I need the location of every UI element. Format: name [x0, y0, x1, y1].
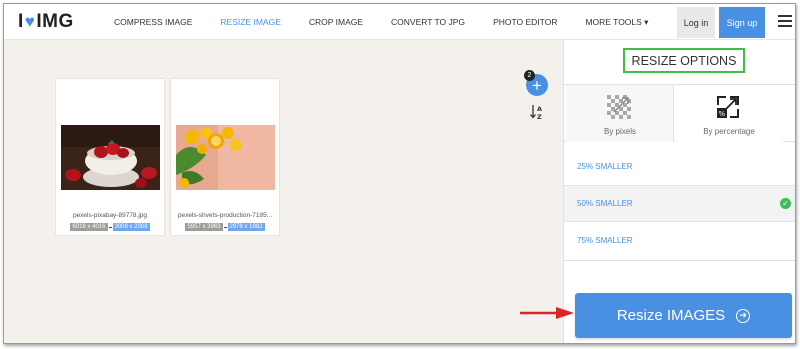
red-pointer-arrow-icon: [520, 307, 574, 319]
image-card[interactable]: pexels-shvets-production-7195... 5957 x …: [170, 78, 280, 236]
dimension-separator: [108, 226, 112, 228]
logo-text-left: I: [18, 11, 24, 32]
svg-text:A: A: [537, 105, 542, 113]
image-count-badge: 2: [524, 70, 535, 81]
original-dimensions: 5957 x 3963: [185, 223, 223, 231]
file-name: pexels-pixabay-89778.jpg: [72, 212, 148, 219]
tab-by-pixels[interactable]: By pixels: [566, 85, 674, 142]
divider: [564, 260, 795, 261]
nav-crop-image[interactable]: CROP IMAGE: [309, 17, 363, 27]
option-label: 50% SMALLER: [577, 199, 633, 208]
login-button[interactable]: Log in: [677, 7, 715, 38]
logo[interactable]: I ♥ IMG: [18, 11, 74, 33]
nav-resize-image[interactable]: RESIZE IMAGE: [220, 17, 280, 27]
new-dimensions: 3008 x 2008: [112, 223, 150, 231]
new-dimensions: 2979 x 1982: [227, 223, 265, 231]
resize-mode-tabs: By pixels ✓ % By percentage: [564, 84, 795, 142]
sidebar-title: RESIZE OPTIONS: [623, 48, 745, 73]
resize-options-sidebar: RESIZE OPTIONS By pixels % By percentage…: [563, 40, 795, 343]
tab-by-percentage[interactable]: % By percentage: [675, 85, 783, 142]
nav-convert-to-jpg[interactable]: CONVERT TO JPG: [391, 17, 465, 27]
heart-icon: ♥: [24, 12, 36, 31]
image-thumbnail-lemons: [176, 125, 275, 190]
arrow-right-circle-icon: ➜: [736, 308, 751, 323]
pixel-grid-icon: [605, 93, 633, 121]
dimension-change: 5957 x 3963 2979 x 1982: [171, 223, 279, 231]
option-25-smaller[interactable]: 25% SMALLER: [564, 148, 795, 185]
logo-text-right: IMG: [36, 11, 74, 32]
tab-label: By pixels: [603, 127, 636, 136]
file-name: pexels-shvets-production-7195...: [177, 212, 273, 219]
option-75-smaller[interactable]: 75% SMALLER: [564, 222, 795, 259]
percent-resize-icon: %: [714, 93, 742, 121]
top-navigation-bar: I ♥ IMG COMPRESS IMAGE RESIZE IMAGE CROP…: [4, 4, 795, 40]
image-card[interactable]: pexels-pixabay-89778.jpg 6016 x 4016 300…: [55, 78, 165, 236]
image-thumbnail-strawberries: [61, 125, 160, 190]
svg-text:Z: Z: [537, 113, 542, 120]
check-icon: ✓: [778, 196, 793, 211]
nav-photo-editor[interactable]: PHOTO EDITOR: [493, 17, 557, 27]
app-window: I ♥ IMG COMPRESS IMAGE RESIZE IMAGE CROP…: [3, 3, 796, 344]
nav-more-tools[interactable]: MORE TOOLS ▾: [585, 17, 648, 28]
signup-button[interactable]: Sign up: [719, 7, 765, 38]
resize-images-button[interactable]: Resize IMAGES ➜: [575, 293, 792, 338]
dimension-change: 6016 x 4016 3008 x 2008: [56, 223, 164, 231]
tab-label: By percentage: [703, 127, 755, 136]
resize-button-label: Resize IMAGES: [616, 307, 726, 324]
dimension-separator: [223, 226, 227, 228]
main-nav: COMPRESS IMAGE RESIZE IMAGE CROP IMAGE C…: [100, 4, 648, 40]
option-50-smaller[interactable]: 50% SMALLER ✓: [564, 185, 795, 222]
hamburger-menu-icon[interactable]: [778, 15, 792, 27]
svg-text:%: %: [719, 110, 726, 118]
sort-az-icon[interactable]: A Z: [530, 104, 544, 121]
original-dimensions: 6016 x 4016: [70, 223, 108, 231]
nav-compress-image[interactable]: COMPRESS IMAGE: [114, 17, 192, 27]
